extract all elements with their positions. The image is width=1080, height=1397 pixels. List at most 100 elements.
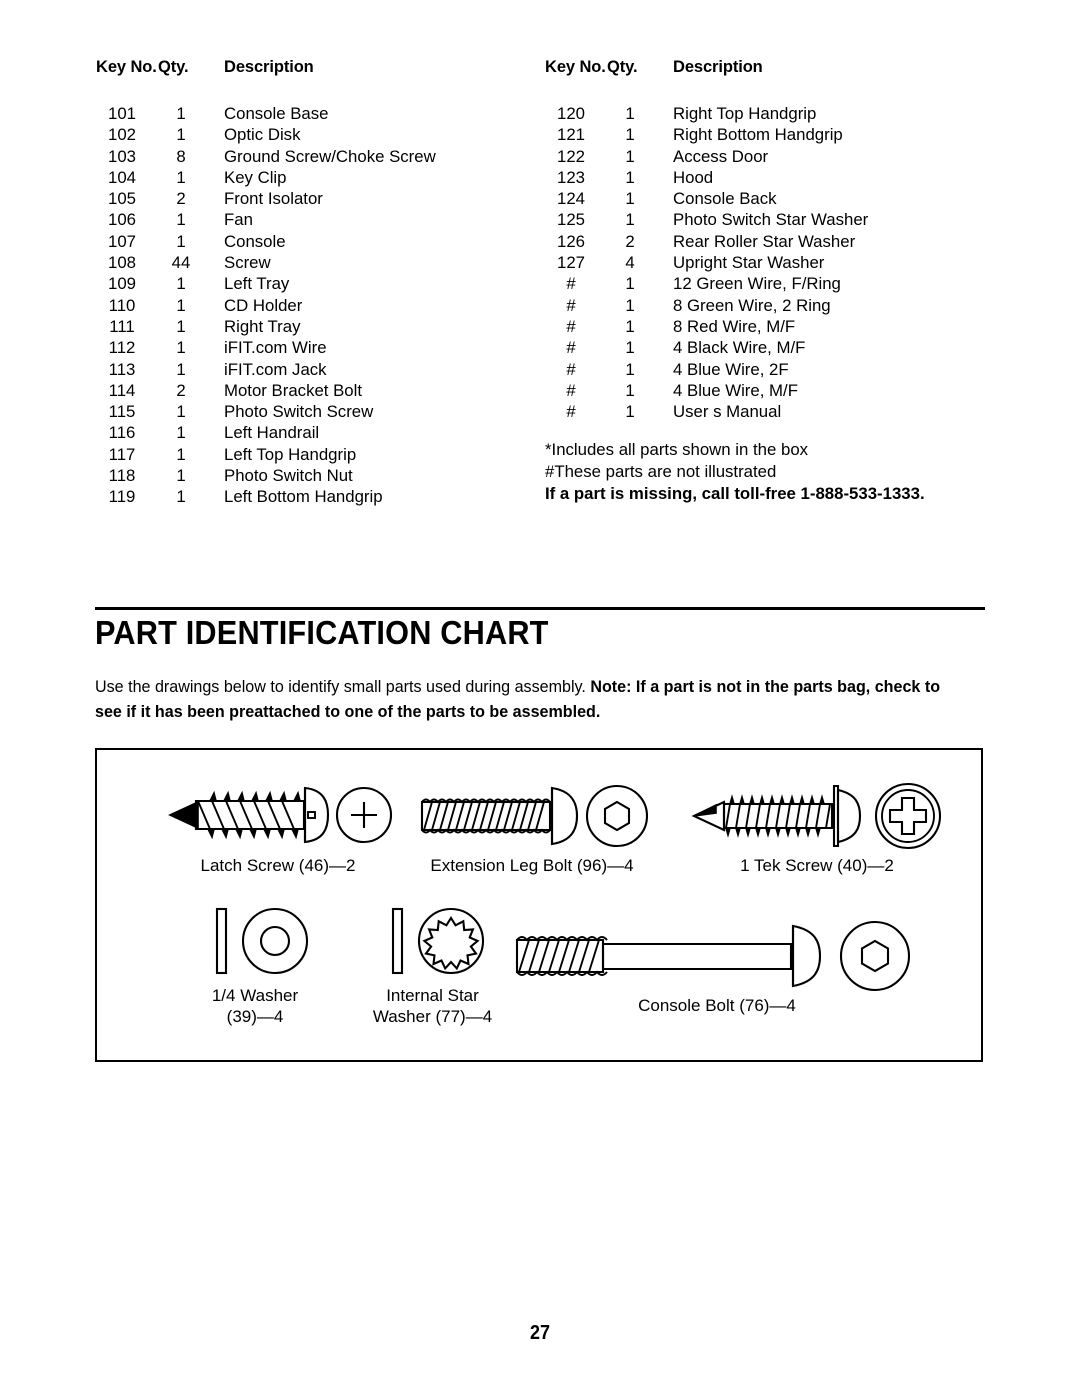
table-row: 111 1 Right Tray: [96, 316, 526, 337]
cell-key-no: 118: [108, 466, 136, 486]
cell-description: Photo Switch Screw: [224, 402, 374, 422]
cell-qty: 1: [176, 423, 186, 443]
part-figure-extension-leg-bolt: Extension Leg Bolt (96)—4: [397, 780, 667, 876]
cell-description: 4 Black Wire, M/F: [673, 338, 806, 358]
page-title: PART IDENTIFICATION CHART: [95, 614, 549, 651]
cell-description: 8 Red Wire, M/F: [673, 316, 796, 336]
table-row: #1 4 Blue Wire, 2F: [545, 359, 985, 380]
cell-key-no: #: [566, 380, 576, 400]
figure-label-line1: 1/4 Washer: [211, 986, 299, 1005]
cell-qty: 1: [625, 295, 635, 315]
cell-description: Photo Switch Nut: [224, 466, 353, 486]
footnote-missing-part-phone: If a part is missing, call toll-free 1-8…: [545, 484, 925, 504]
part-identification-box: Latch Screw (46)—2 Extension Leg Bolt (9…: [95, 748, 983, 1062]
extension-leg-bolt-icon: [420, 784, 649, 848]
console-bolt-icon: [515, 920, 911, 992]
intro-plain-text: Use the drawings below to identify small…: [95, 677, 591, 696]
cell-key-no: 123: [557, 167, 585, 187]
cell-qty: 1: [625, 167, 635, 187]
cell-key-no: 102: [108, 125, 136, 145]
cell-key-no: 127: [557, 253, 585, 273]
cell-description: Left Handrail: [224, 423, 320, 443]
table-row: 125 1 Photo Switch Star Washer: [545, 209, 985, 230]
table-row: 105 2 Front Isolator: [96, 188, 526, 209]
cell-qty: 1: [176, 167, 186, 187]
cell-key-no: 119: [108, 487, 136, 507]
cell-description: Hood: [673, 167, 714, 187]
table-row: 120 1 Right Top Handgrip: [545, 103, 985, 124]
cell-description: Console Back: [673, 189, 777, 209]
cell-qty: 1: [625, 189, 635, 209]
figure-label-line2: (39)—4: [226, 1007, 284, 1026]
cell-key-no: 117: [108, 444, 136, 464]
cell-key-no: 113: [108, 359, 136, 379]
table-row: #1 8 Red Wire, M/F: [545, 316, 985, 337]
table-row: 123 1 Hood: [545, 167, 985, 188]
cell-qty: 1: [625, 380, 635, 400]
cell-key-no: #: [566, 274, 576, 294]
table-row: 126 2 Rear Roller Star Washer: [545, 231, 985, 252]
table-row: 114 2 Motor Bracket Bolt: [96, 380, 526, 401]
table-row: #1 4 Black Wire, M/F: [545, 337, 985, 358]
table-row: 118 1 Photo Switch Nut: [96, 465, 526, 486]
table-row: 107 1 Console: [96, 231, 526, 252]
cell-key-no: #: [566, 316, 576, 336]
table-row: 121 1 Right Bottom Handgrip: [545, 124, 985, 145]
table-row: 122 1 Access Door: [545, 146, 985, 167]
cell-description: 4 Blue Wire, 2F: [673, 359, 789, 379]
table-row: 102 1 Optic Disk: [96, 124, 526, 145]
table-row: 104 1 Key Clip: [96, 167, 526, 188]
cell-qty: 1: [176, 359, 186, 379]
cell-key-no: 115: [108, 402, 136, 422]
cell-qty: 1: [625, 359, 635, 379]
cell-qty: 1: [176, 125, 186, 145]
parts-list-footnotes: *Includes all parts shown in the box #Th…: [545, 439, 985, 504]
part-figure-latch-screw: Latch Screw (46)—2: [143, 778, 413, 876]
cell-key-no: #: [566, 338, 576, 358]
cell-key-no: 116: [108, 423, 136, 443]
section-intro-paragraph: Use the drawings below to identify small…: [95, 675, 961, 724]
cell-description: Front Isolator: [224, 189, 323, 209]
cell-qty: 1: [625, 274, 635, 294]
tek-screw-icon: [691, 782, 942, 850]
cell-description: Right Top Handgrip: [673, 104, 817, 123]
table-header-row: Key No. Qty. Description: [545, 58, 985, 80]
cell-description: Screw: [224, 253, 271, 273]
cell-description: Ground Screw/Choke Screw: [224, 146, 436, 166]
cell-key-no: 112: [108, 338, 136, 358]
cell-description: Optic Disk: [224, 125, 301, 145]
cell-key-no: 121: [557, 125, 585, 145]
cell-qty: 8: [176, 146, 186, 166]
page-number: 27: [529, 1322, 551, 1344]
table-row: 113 1 iFIT.com Jack: [96, 359, 526, 380]
cell-key-no: #: [566, 359, 576, 379]
table-body-left: 101 1 Console Base 102 1 Optic Disk 103 8 Ground…: [96, 103, 526, 508]
cell-description: Left Top Handgrip: [224, 444, 357, 464]
parts-list-right-column: Key No. Qty. Description 120 1 Right Top H…: [545, 58, 985, 505]
table-body-right: 120 1 Right Top Handgrip 121 1 Right Bottom H…: [545, 103, 985, 422]
part-figure-tek-screw: 1 Tek Screw (40)—2: [672, 780, 962, 876]
table-row: #1 8 Green Wire, 2 Ring: [545, 295, 985, 316]
cell-key-no: 106: [108, 210, 136, 230]
cell-description: 4 Blue Wire, M/F: [673, 380, 798, 400]
cell-key-no: #: [566, 402, 576, 422]
cell-key-no: 125: [557, 210, 585, 230]
cell-qty: 1: [176, 316, 186, 336]
cell-qty: 1: [176, 104, 186, 123]
cell-qty: 2: [176, 380, 186, 400]
table-row: 108 44 Screw: [96, 252, 526, 273]
cell-qty: 1: [176, 444, 186, 464]
cell-key-no: 114: [108, 380, 136, 400]
cell-qty: 44: [171, 253, 191, 273]
table-row: 101 1 Console Base: [96, 103, 526, 124]
cell-qty: 1: [625, 146, 635, 166]
part-figure-quarter-washer: 1/4 Washer (39)—4: [155, 900, 355, 1027]
figure-label: Console Bolt (76)—4: [638, 996, 796, 1015]
cell-key-no: 110: [108, 295, 136, 315]
table-row: 115 1 Photo Switch Screw: [96, 401, 526, 422]
table-row: 109 1 Left Tray: [96, 273, 526, 294]
header-key-no: Key No.: [545, 58, 606, 76]
cell-key-no: 101: [108, 104, 136, 123]
cell-key-no: #: [566, 295, 576, 315]
cell-description: 12 Green Wire, F/Ring: [673, 274, 841, 294]
